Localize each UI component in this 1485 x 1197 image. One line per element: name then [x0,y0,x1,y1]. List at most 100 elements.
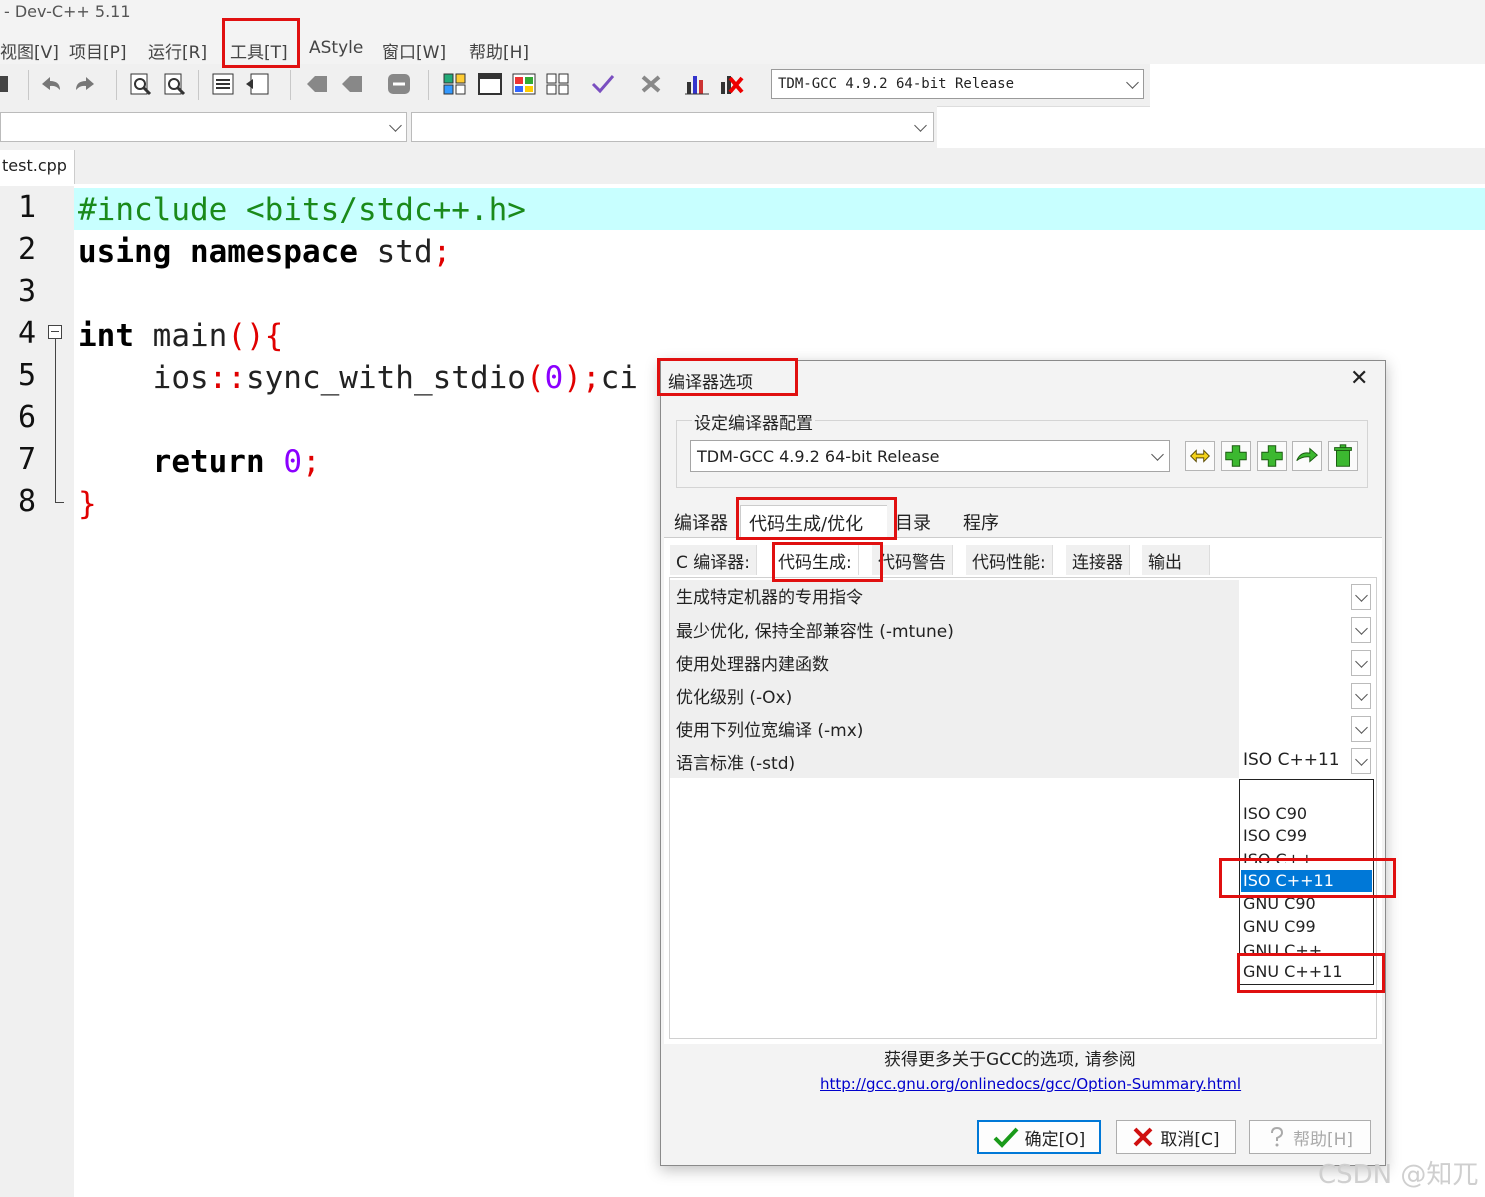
delete-config-icon[interactable] [1328,441,1358,471]
chevron-down-icon [1355,589,1368,602]
toolbar-separator [116,70,117,100]
code-token: 0 [544,360,564,396]
add-config-icon[interactable] [1221,441,1251,471]
line-number: 2 [17,232,37,267]
add-folder-config-icon[interactable] [1257,441,1287,471]
code-line-8[interactable]: } [78,483,97,525]
subtab-c-compiler[interactable]: C 编译器: [670,545,758,575]
list-option-gnu-c99[interactable]: GNU C99 [1243,916,1371,938]
compile-icon[interactable] [442,72,468,96]
menu-project[interactable]: 项目[P] [69,38,127,63]
subtab-linker[interactable]: 连接器 [1066,545,1130,575]
fold-collapse-icon[interactable] [48,325,62,339]
language-standard-value[interactable]: ISO C++11 [1243,750,1340,770]
compiler-select-value: TDM-GCC 4.9.2 64-bit Release [778,76,1015,92]
code-token: ; [301,444,321,480]
menu-window[interactable]: 窗口[W] [382,38,446,63]
tab-compiler[interactable]: 编译器 [666,505,736,537]
compiler-select[interactable]: TDM-GCC 4.9.2 64-bit Release [771,69,1144,99]
code-token: #include <bits/stdc++.h> [78,192,526,228]
option-optimization-dropdown[interactable] [1351,683,1371,709]
replace-icon[interactable] [162,72,188,96]
option-builtin-dropdown[interactable] [1351,650,1371,676]
gcc-options-link[interactable]: http://gcc.gnu.org/onlinedocs/gcc/Option… [820,1075,1241,1093]
line-number: 1 [17,190,37,225]
compiler-config-select[interactable]: TDM-GCC 4.9.2 64-bit Release [690,440,1170,472]
code-line-7[interactable]: return 0; [78,441,321,483]
clean-icon[interactable] [638,72,664,96]
line-number: 4 [17,316,37,351]
list-option-iso-c90[interactable]: ISO C90 [1243,803,1371,825]
option-arch-dropdown[interactable] [1351,584,1371,610]
code-line-2[interactable]: using namespace std; [78,231,451,273]
chevron-down-icon [1151,448,1164,461]
fold-end [55,502,64,503]
unindent-icon[interactable] [340,72,366,96]
code-token: (){ [227,318,284,354]
save-icon[interactable] [0,72,26,96]
tab-programs[interactable]: 程序 [955,505,1007,537]
export-config-icon[interactable] [1292,441,1322,471]
menu-astyle[interactable]: AStyle [309,38,363,58]
list-option-iso-c99[interactable]: ISO C99 [1243,825,1371,847]
find-icon[interactable] [128,72,154,96]
option-language-standard-dropdown[interactable] [1351,748,1371,774]
list-icon[interactable] [210,72,236,96]
rebuild-icon[interactable] [545,72,571,96]
member-combo[interactable] [411,112,934,142]
goto-line-icon[interactable] [245,72,271,96]
chevron-down-icon [1355,721,1368,734]
editor-tab-strip [0,148,1485,184]
chevron-down-icon [1126,76,1139,89]
menu-run[interactable]: 运行[R] [148,38,207,63]
class-combo[interactable] [0,112,407,142]
subtab-code-warnings[interactable]: 代码警告 [872,545,953,575]
chevron-down-icon [1355,753,1368,766]
ok-button[interactable]: 确定[O] [977,1120,1101,1154]
option-mtune-dropdown[interactable] [1351,617,1371,643]
option-language-standard: 语言标准 (-std) [676,754,796,774]
toolbar-separator [428,70,429,100]
option-builtin: 使用处理器内建函数 [676,655,829,675]
line-number: 5 [17,358,37,393]
code-line-1[interactable]: #include <bits/stdc++.h> [78,189,526,231]
file-tab-test-cpp[interactable]: test.cpp [0,150,75,184]
menu-view[interactable]: 视图[V] [0,38,59,63]
code-line-4[interactable]: int main(){ [78,315,283,357]
code-token: } [78,486,97,522]
option-optimization-level: 优化级别 (-Ox) [676,688,793,708]
file-tab-label: test.cpp [2,156,67,175]
delete-profile-icon[interactable] [718,72,744,96]
syntax-check-icon[interactable] [590,72,616,96]
annotation-box-codegen-subtab [772,542,883,582]
code-line-5[interactable]: ios::sync_with_stdio(0);ci [78,357,638,399]
cancel-button[interactable]: 取消[C] [1116,1120,1236,1154]
run-icon[interactable] [477,72,503,96]
line-number: 6 [17,400,37,435]
annotation-box-dialog-title [657,358,798,396]
config-group-label: 设定编译器配置 [692,409,815,434]
subtab-code-profiling[interactable]: 代码性能: [966,545,1053,575]
profile-icon[interactable] [684,72,710,96]
code-token: :: [208,360,246,396]
chevron-down-icon [1355,688,1368,701]
compile-run-icon[interactable] [511,72,537,96]
cancel-button-label: 取消[C] [1160,1129,1220,1150]
list-option-gnu-cpp[interactable]: GNU C++ [1243,940,1371,954]
toggle-comment-icon[interactable] [386,72,412,96]
code-token: std [357,234,433,270]
help-button[interactable]: 帮助[H] [1249,1120,1371,1154]
indent-icon[interactable] [305,72,331,96]
code-token: ); [563,360,601,396]
rename-config-icon[interactable] [1185,441,1215,471]
undo-icon[interactable] [38,72,64,96]
close-icon[interactable]: ✕ [1350,366,1368,391]
list-option-empty[interactable] [1243,781,1371,803]
subtab-output[interactable]: 输出 [1142,545,1210,575]
menu-help[interactable]: 帮助[H] [469,38,529,63]
option-bit-width-dropdown[interactable] [1351,716,1371,742]
option-arch: 生成特定机器的专用指令 [676,588,863,608]
chevron-down-icon [1355,655,1368,668]
redo-icon[interactable] [72,72,98,96]
